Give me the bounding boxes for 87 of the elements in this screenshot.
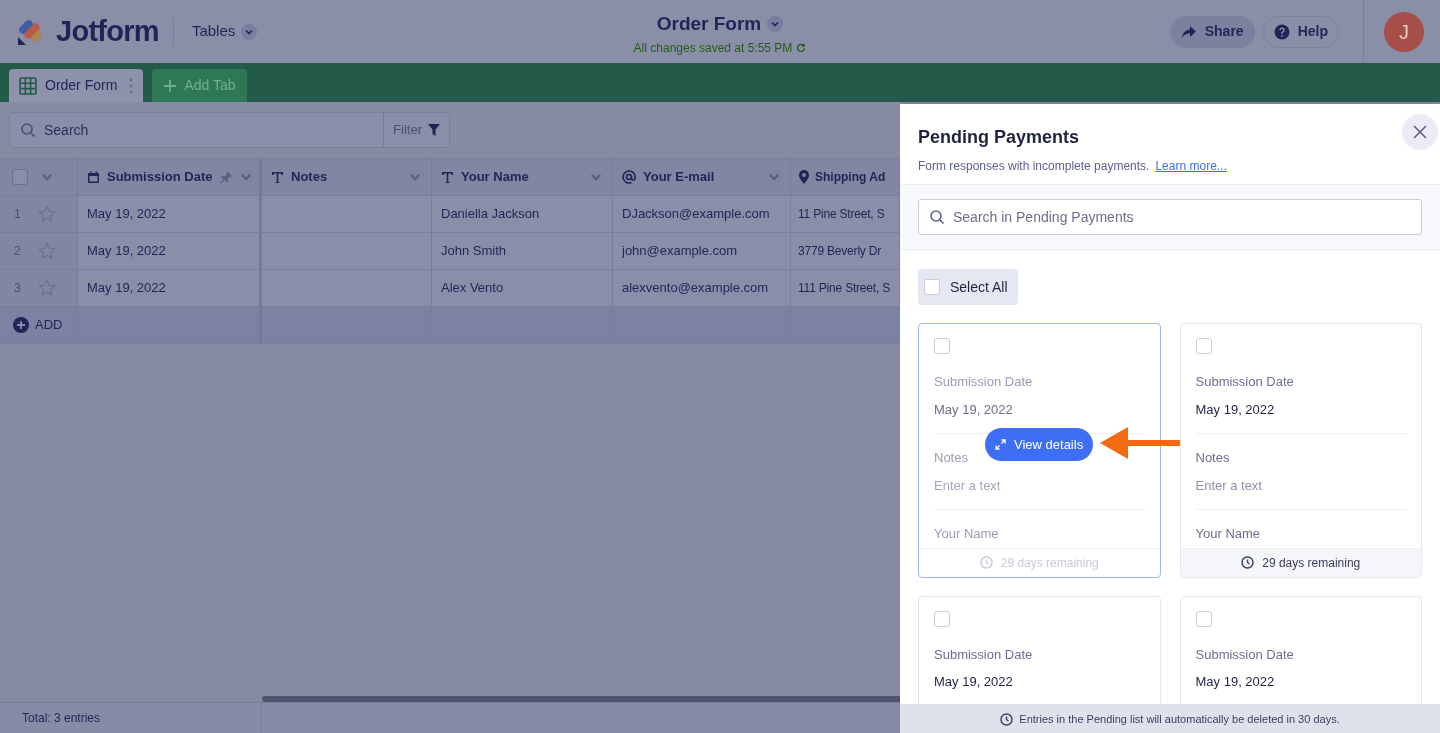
view-details-button[interactable]: View details xyxy=(985,428,1094,461)
filter-button[interactable]: Filter xyxy=(383,113,449,147)
field-label: Submission Date xyxy=(1195,373,1295,391)
user-avatar[interactable]: J xyxy=(1384,11,1424,52)
more-icon xyxy=(129,77,134,94)
grid-icon xyxy=(19,76,37,95)
select-all-checkbox[interactable] xyxy=(12,169,28,185)
text-field[interactable]: Enter a text xyxy=(934,475,1145,495)
chevron-down-icon xyxy=(241,23,258,40)
row-number: 3 xyxy=(14,280,22,297)
star-icon[interactable] xyxy=(38,242,56,260)
column-header[interactable]: Shipping Ad xyxy=(815,168,886,186)
field-value: May 19, 2022 xyxy=(1195,400,1276,419)
clock-icon xyxy=(1241,556,1255,569)
text-field[interactable]: Enter a text xyxy=(1195,475,1406,495)
field-value: May 19, 2022 xyxy=(934,400,1014,419)
table-cell-text: May 19, 2022 xyxy=(87,279,166,298)
calendar-icon xyxy=(87,170,100,184)
clock-icon xyxy=(979,556,993,569)
tables-menu[interactable]: Tables xyxy=(191,20,258,43)
star-icon[interactable] xyxy=(38,279,56,297)
help-icon xyxy=(1273,23,1290,40)
field-label: Your Name xyxy=(1195,525,1262,543)
location-pin-icon xyxy=(798,170,810,184)
checkbox[interactable] xyxy=(1195,610,1212,627)
form-title[interactable]: Order Form xyxy=(656,10,762,39)
search-icon xyxy=(929,209,945,225)
chevron-down-icon xyxy=(767,16,784,33)
close-button[interactable] xyxy=(1402,114,1438,150)
text-type-icon xyxy=(271,170,284,184)
row-number: 1 xyxy=(14,206,22,223)
entry-card[interactable]: Submission Date May 19, 2022 Notes Enter a text Your Name 29 days remaining xyxy=(1179,323,1422,578)
field-label: Submission Date xyxy=(934,645,1034,664)
table-cell-text: May 19, 2022 xyxy=(87,242,166,261)
scrollbar[interactable] xyxy=(262,696,900,702)
checkbox[interactable] xyxy=(934,338,950,354)
column-header[interactable]: Your E-mail xyxy=(643,167,715,187)
column-header[interactable]: Notes xyxy=(291,167,328,187)
table-cell-text: May 19, 2022 xyxy=(87,205,166,224)
column-header[interactable]: Your Name xyxy=(461,167,529,187)
auto-delete-note: Entries in the Pending list will automatically be deleted in 30 days. xyxy=(1019,712,1340,728)
entries-total: Total: 3 entries xyxy=(22,710,101,727)
tab[interactable]: Order Form xyxy=(9,69,144,102)
clock-icon xyxy=(1000,713,1014,726)
share-button[interactable]: Share xyxy=(1169,15,1255,48)
field-label: Submission Date xyxy=(934,373,1034,391)
at-sign-icon xyxy=(622,170,636,184)
star-icon[interactable] xyxy=(38,205,56,223)
logo-text: Jotform xyxy=(56,13,159,49)
table-cell-text: alexvento@example.com xyxy=(622,279,769,298)
table-cell-text: DJackson@example.com xyxy=(622,205,770,224)
table-cell-text: 111 Pine Street, S xyxy=(798,280,890,297)
search-field[interactable]: Search Filter xyxy=(9,112,450,148)
add-row-button[interactable]: ADD xyxy=(13,315,63,335)
save-status: All changes saved at 5:55 PM xyxy=(633,39,793,57)
panel-subtitle: Form responses with incomplete payments. xyxy=(918,158,1150,175)
checkbox[interactable] xyxy=(1195,338,1212,354)
panel-title: Pending Payments xyxy=(918,126,1081,149)
learn-more-link[interactable]: Learn more... xyxy=(1155,157,1227,175)
expand-icon xyxy=(995,439,1006,450)
filter-icon xyxy=(428,124,440,136)
field-label: Your Name xyxy=(934,525,1000,543)
share-arrow-icon xyxy=(1180,24,1197,39)
select-all-button[interactable]: Select All xyxy=(918,269,1018,305)
field-value: May 19, 2022 xyxy=(934,673,1014,691)
table-cell-text: Alex Vento xyxy=(441,279,504,298)
table-cell-text: john@example.com xyxy=(622,242,738,261)
row-number: 2 xyxy=(14,243,22,260)
table-cell-text: Daniella Jackson xyxy=(441,205,540,224)
field-label: Notes xyxy=(934,449,969,467)
text-type-icon xyxy=(441,170,454,184)
plus-icon xyxy=(164,79,177,92)
close-icon xyxy=(1413,125,1427,139)
field-label: Notes xyxy=(1195,449,1231,467)
checkbox[interactable] xyxy=(934,610,950,627)
field-label: Submission Date xyxy=(1195,645,1295,664)
table-cell-text: 3779 Beverly Dr xyxy=(798,243,882,260)
search-input[interactable]: Search xyxy=(44,113,384,147)
plus-circle-icon xyxy=(13,317,29,333)
checkbox[interactable] xyxy=(924,279,940,295)
field-value: May 19, 2022 xyxy=(1195,673,1276,691)
table-cell-text: John Smith xyxy=(441,242,507,261)
column-header[interactable]: Submission Date xyxy=(107,167,213,187)
refresh-icon xyxy=(796,42,807,53)
table-cell-text: 11 Pine Street, S xyxy=(798,206,885,223)
search-icon xyxy=(20,122,36,138)
days-remaining: 29 days remaining xyxy=(1262,554,1361,572)
